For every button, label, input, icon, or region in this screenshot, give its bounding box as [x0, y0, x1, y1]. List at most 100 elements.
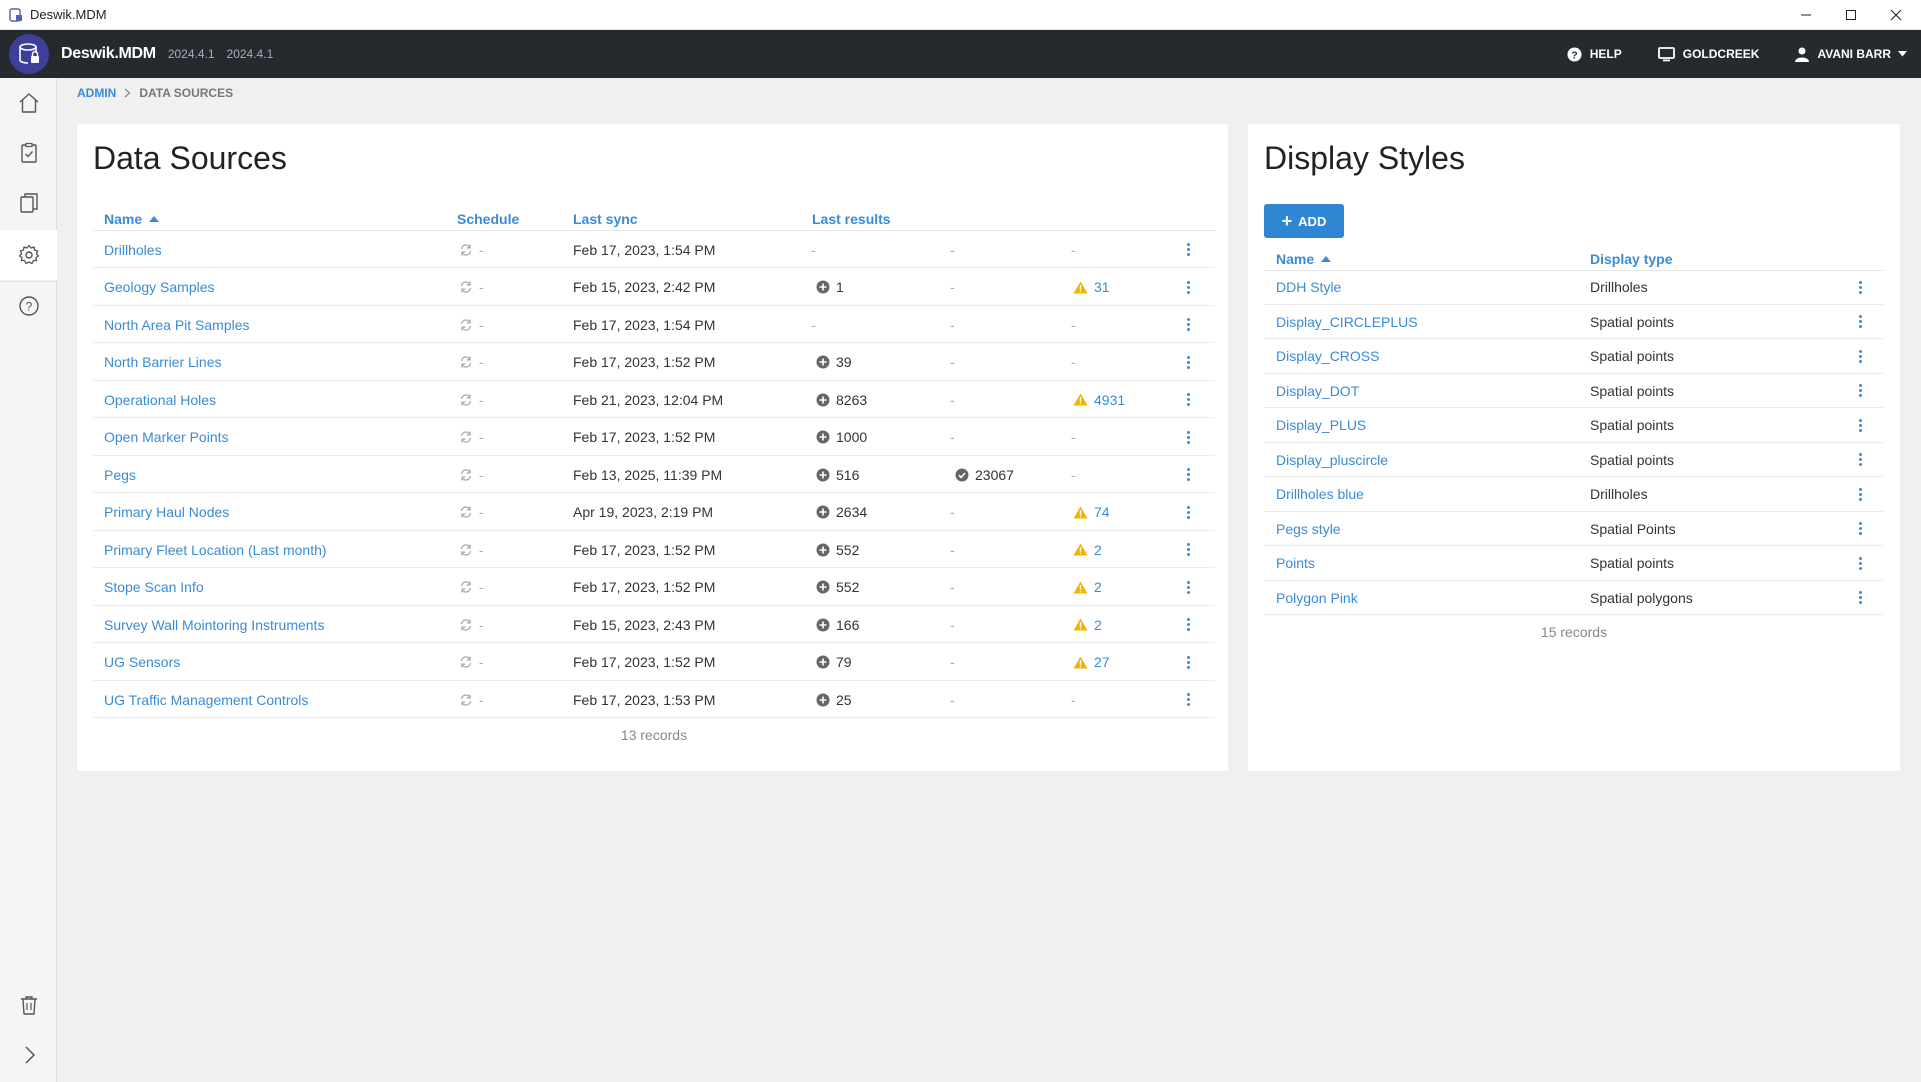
display-style-name-link[interactable]: Points — [1276, 546, 1315, 580]
row-actions-button[interactable] — [1181, 681, 1195, 718]
table-row[interactable]: Display_PLUS Spatial points — [1264, 408, 1884, 443]
table-row[interactable]: Drillholes blue Drillholes — [1264, 477, 1884, 512]
row-actions-button[interactable] — [1853, 339, 1867, 373]
table-row[interactable]: Operational Holes - Feb 21, 2023, 12:04 PM… — [93, 381, 1215, 418]
row-actions-button[interactable] — [1853, 270, 1867, 304]
row-actions-button[interactable] — [1853, 305, 1867, 339]
sidebar-expand-button[interactable] — [0, 1030, 57, 1080]
help-button[interactable]: ? HELP — [1567, 46, 1622, 62]
data-source-name-link[interactable]: Operational Holes — [104, 381, 216, 418]
table-row[interactable]: UG Traffic Management Controls - Feb 17, 2… — [93, 681, 1215, 718]
table-row[interactable]: Open Marker Points - Feb 17, 2023, 1:52 PM… — [93, 419, 1215, 456]
data-source-name-link[interactable]: Pegs — [104, 456, 136, 493]
data-source-name-link[interactable]: Drillholes — [104, 231, 162, 268]
display-style-name-link[interactable]: Drillholes blue — [1276, 477, 1364, 511]
row-actions-button[interactable] — [1853, 512, 1867, 546]
display-style-name-link[interactable]: Display_PLUS — [1276, 408, 1366, 442]
warning-count-cell[interactable]: 2 — [1073, 531, 1102, 568]
warning-count-cell[interactable]: 4931 — [1073, 381, 1125, 418]
data-source-name-link[interactable]: Survey Wall Mointoring Instruments — [104, 606, 324, 643]
warning-count-cell[interactable]: 2 — [1073, 569, 1102, 606]
row-actions-button[interactable] — [1181, 644, 1195, 681]
row-actions-button[interactable] — [1853, 477, 1867, 511]
table-row[interactable]: Pegs style Spatial Points — [1264, 512, 1884, 546]
warning-count-cell[interactable]: 31 — [1073, 269, 1110, 306]
row-actions-button[interactable] — [1181, 344, 1195, 381]
display-style-name-link[interactable]: DDH Style — [1276, 270, 1341, 304]
table-row[interactable]: Display_DOT Spatial points — [1264, 374, 1884, 408]
site-selector-button[interactable]: GOLDCREEK — [1657, 46, 1759, 62]
sidebar-item-home[interactable] — [0, 78, 57, 128]
row-actions-button[interactable] — [1181, 569, 1195, 606]
data-source-name-link[interactable]: UG Traffic Management Controls — [104, 681, 308, 718]
table-row[interactable]: Display_pluscircle Spatial points — [1264, 443, 1884, 477]
table-row[interactable]: North Area Pit Samples - Feb 17, 2023, 1:5… — [93, 306, 1215, 343]
display-style-name-link[interactable]: Display_CIRCLEPLUS — [1276, 305, 1418, 339]
table-row[interactable]: Drillholes - Feb 17, 2023, 1:54 PM - - - — [93, 231, 1215, 268]
display-style-name-link[interactable]: Pegs style — [1276, 512, 1341, 546]
data-source-name-link[interactable]: Open Marker Points — [104, 419, 229, 456]
column-header-style-name[interactable]: Name — [1276, 251, 1332, 267]
warning-count-cell[interactable]: 74 — [1073, 494, 1110, 531]
sidebar-item-trash[interactable] — [0, 980, 57, 1030]
row-actions-button[interactable] — [1181, 231, 1195, 268]
user-menu-button[interactable]: AVANI BARR — [1795, 47, 1907, 62]
last-sync-cell: Feb 21, 2023, 12:04 PM — [573, 391, 724, 408]
minimize-button[interactable] — [1783, 0, 1829, 30]
display-style-name-link[interactable]: Display_pluscircle — [1276, 443, 1388, 477]
data-source-name-link[interactable]: UG Sensors — [104, 644, 180, 681]
row-actions-button[interactable] — [1181, 456, 1195, 493]
table-row[interactable]: Pegs - Feb 13, 2025, 11:39 PM 516 23067 - — [93, 456, 1215, 493]
table-row[interactable]: Stope Scan Info - Feb 17, 2023, 1:52 PM 552… — [93, 569, 1215, 606]
table-row[interactable]: Display_CIRCLEPLUS Spatial points — [1264, 305, 1884, 339]
add-display-style-button[interactable]: + ADD — [1264, 204, 1344, 238]
column-header-display-type[interactable]: Display type — [1590, 251, 1672, 267]
table-row[interactable]: Polygon Pink Spatial polygons — [1264, 581, 1884, 615]
maximize-button[interactable] — [1828, 0, 1874, 30]
row-actions-button[interactable] — [1181, 306, 1195, 343]
table-row[interactable]: DDH Style Drillholes — [1264, 270, 1884, 305]
data-source-name-link[interactable]: North Barrier Lines — [104, 344, 222, 381]
display-style-name-link[interactable]: Display_DOT — [1276, 374, 1359, 408]
column-header-last-results[interactable]: Last results — [812, 211, 891, 227]
table-row[interactable]: Survey Wall Mointoring Instruments - Feb 1… — [93, 606, 1215, 643]
table-row[interactable]: Geology Samples - Feb 15, 2023, 2:42 PM 1 - 3… — [93, 269, 1215, 306]
row-actions-button[interactable] — [1853, 374, 1867, 408]
breadcrumb-admin-link[interactable]: ADMIN — [77, 86, 116, 100]
table-row[interactable]: North Barrier Lines - Feb 17, 2023, 1:52 P… — [93, 344, 1215, 381]
data-source-name-link[interactable]: North Area Pit Samples — [104, 306, 250, 343]
row-actions-button[interactable] — [1181, 419, 1195, 456]
display-style-name-link[interactable]: Display_CROSS — [1276, 339, 1379, 373]
row-actions-button[interactable] — [1181, 381, 1195, 418]
table-row[interactable]: Primary Fleet Location (Last month) - Feb … — [93, 531, 1215, 568]
column-header-schedule[interactable]: Schedule — [457, 211, 519, 227]
column-header-last-sync[interactable]: Last sync — [573, 211, 638, 227]
table-row[interactable]: Points Spatial points — [1264, 546, 1884, 581]
deswik-logo-icon[interactable] — [9, 34, 49, 74]
row-actions-button[interactable] — [1181, 269, 1195, 306]
table-row[interactable]: Primary Haul Nodes - Apr 19, 2023, 2:19 PM… — [93, 494, 1215, 531]
data-source-name-link[interactable]: Primary Fleet Location (Last month) — [104, 531, 327, 568]
display-style-name-link[interactable]: Polygon Pink — [1276, 581, 1358, 615]
warning-count-cell[interactable]: 2 — [1073, 606, 1102, 643]
column-header-name[interactable]: Name — [104, 211, 160, 227]
sidebar-item-help[interactable]: ? — [0, 281, 57, 331]
table-row[interactable]: UG Sensors - Feb 17, 2023, 1:52 PM 79 - 27 — [93, 644, 1215, 681]
sidebar-item-tasks[interactable] — [0, 128, 57, 178]
row-actions-button[interactable] — [1853, 443, 1867, 477]
table-row[interactable]: Display_CROSS Spatial points — [1264, 339, 1884, 374]
row-actions-button[interactable] — [1181, 531, 1195, 568]
sidebar-item-admin[interactable] — [0, 230, 57, 280]
row-actions-button[interactable] — [1853, 581, 1867, 615]
data-source-name-link[interactable]: Stope Scan Info — [104, 569, 204, 606]
data-source-name-link[interactable]: Geology Samples — [104, 269, 215, 306]
row-actions-button[interactable] — [1181, 606, 1195, 643]
documents-icon — [19, 193, 38, 213]
row-actions-button[interactable] — [1181, 494, 1195, 531]
warning-count-cell[interactable]: 27 — [1073, 644, 1110, 681]
close-window-button[interactable] — [1873, 0, 1919, 30]
row-actions-button[interactable] — [1853, 408, 1867, 442]
sidebar-item-documents[interactable] — [0, 178, 57, 228]
data-source-name-link[interactable]: Primary Haul Nodes — [104, 494, 229, 531]
row-actions-button[interactable] — [1853, 546, 1867, 580]
